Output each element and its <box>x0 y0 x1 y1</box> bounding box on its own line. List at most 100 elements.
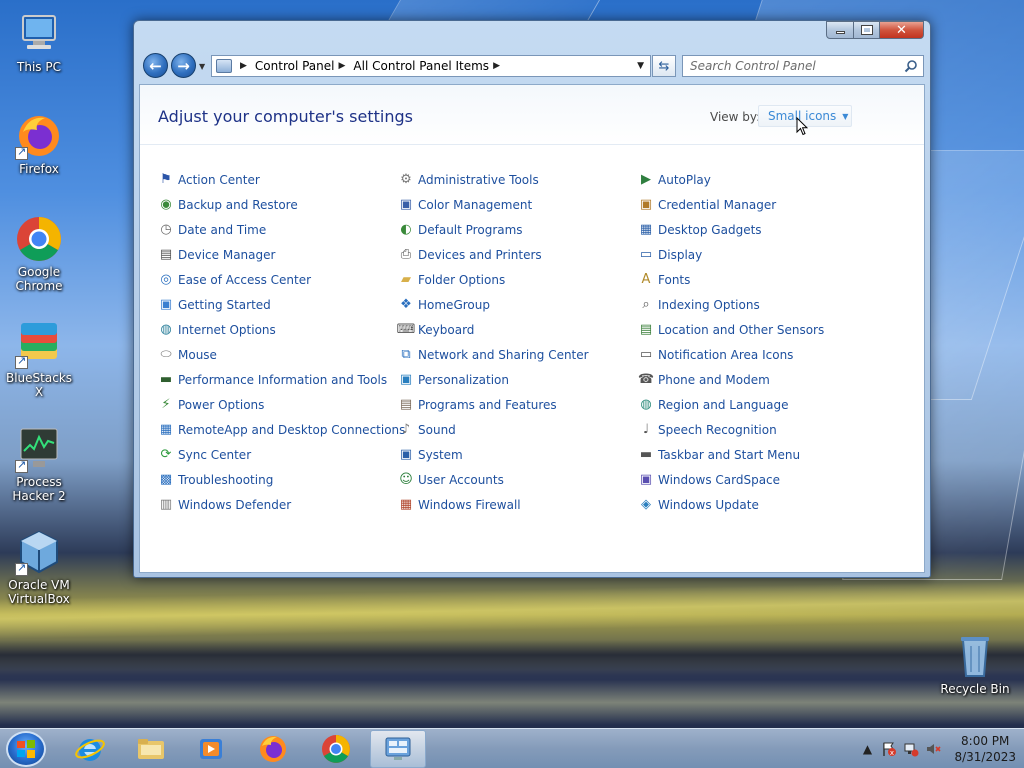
search-icon[interactable] <box>904 59 918 73</box>
breadcrumb-all-items[interactable]: All Control Panel Items <box>353 59 489 73</box>
control-panel-item[interactable]: ◉ Backup and Restore <box>158 196 297 214</box>
network-icon[interactable] <box>903 741 919 757</box>
page-title: Adjust your computer's settings <box>158 107 413 126</box>
control-panel-item[interactable]: ⚑ Action Center <box>158 171 260 189</box>
refresh-button[interactable]: ⇆ <box>652 55 676 77</box>
control-panel-item[interactable]: ♩ Speech Recognition <box>638 421 777 439</box>
control-panel-window[interactable]: ✕ ← → ▼ ▶ Control Panel ▶ All Control Pa… <box>133 20 931 578</box>
desktop-icon-process-hacker[interactable]: Process Hacker 2 <box>1 425 77 503</box>
chevron-right-icon[interactable]: ▶ <box>339 61 346 71</box>
control-panel-item[interactable]: A Fonts <box>638 271 691 289</box>
control-panel-item[interactable]: ▣ Personalization <box>398 371 509 389</box>
control-panel-item[interactable]: ▣ Windows CardSpace <box>638 471 780 489</box>
recycle-bin-icon <box>951 632 999 680</box>
control-panel-item[interactable]: ▭ Notification Area Icons <box>638 346 794 364</box>
control-panel-item[interactable]: ▤ Programs and Features <box>398 396 557 414</box>
taskbar: ▲ x 8:00 PM 8/31/2023 <box>0 728 1024 768</box>
control-panel-item-label: Windows CardSpace <box>658 473 781 487</box>
control-panel-item[interactable]: ▦ Desktop Gadgets <box>638 221 762 239</box>
chevron-right-icon[interactable]: ▶ <box>493 61 500 71</box>
address-dropdown-icon[interactable]: ▼ <box>637 61 644 71</box>
taskbar-firefox[interactable] <box>245 730 301 768</box>
control-panel-item[interactable]: ☎ Phone and Modem <box>638 371 770 389</box>
close-button[interactable]: ✕ <box>880 21 924 39</box>
control-panel-item[interactable]: ▦ Windows Firewall <box>398 496 521 514</box>
autoplay-icon: ▶ <box>641 172 651 187</box>
control-panel-item[interactable]: ⌨ Keyboard <box>397 321 475 339</box>
control-panel-item[interactable]: ⚡ Power Options <box>158 396 264 414</box>
sound-icon: ♪ <box>401 422 411 437</box>
desktop-icon-firefox[interactable]: Firefox <box>1 112 77 176</box>
control-panel-item[interactable]: ◍ Internet Options <box>158 321 275 339</box>
control-panel-item[interactable]: ▶ AutoPlay <box>638 171 711 189</box>
control-panel-item[interactable]: ▣ Color Management <box>398 196 532 214</box>
notification-icon: ▭ <box>639 347 653 362</box>
control-panel-item[interactable]: ▰ Folder Options <box>398 271 505 289</box>
maximize-button[interactable] <box>854 21 880 39</box>
taskbar-media-player[interactable] <box>183 730 239 768</box>
control-panel-item[interactable]: ⟳ Sync Center <box>158 446 252 464</box>
control-panel-item[interactable]: ▣ Getting Started <box>158 296 271 314</box>
control-panel-item[interactable]: ▬ Performance Information and Tools <box>158 371 387 389</box>
breadcrumb-control-panel[interactable]: Control Panel <box>255 59 335 73</box>
globe-icon: ◍ <box>640 397 652 412</box>
control-panel-item[interactable]: ◷ Date and Time <box>158 221 266 239</box>
control-panel-item[interactable]: ▦ RemoteApp and Desktop Connections <box>158 421 406 439</box>
gadgets-icon: ▦ <box>639 222 653 237</box>
minimize-button[interactable] <box>826 21 854 39</box>
control-panel-item-label: Speech Recognition <box>658 423 777 437</box>
control-panel-item[interactable]: ▭ Display <box>638 246 702 264</box>
taskbar-control-panel[interactable] <box>370 730 426 768</box>
control-panel-item[interactable]: ▣ System <box>398 446 463 464</box>
control-panel-item[interactable]: ▤ Location and Other Sensors <box>638 321 824 339</box>
show-hidden-icons-button[interactable]: ▲ <box>859 741 875 757</box>
control-panel-item[interactable]: ⬭ Mouse <box>158 346 217 364</box>
taskbar-file-explorer[interactable] <box>123 730 179 768</box>
control-panel-item[interactable]: ♪ Sound <box>398 421 456 439</box>
back-button[interactable]: ← <box>143 53 168 78</box>
desktop-icon-this-pc[interactable]: This PC <box>1 10 77 74</box>
desktop-icon-virtualbox[interactable]: Oracle VM VirtualBox <box>1 528 77 606</box>
control-panel-item-label: Folder Options <box>418 273 506 287</box>
indexing-icon: ⌕ <box>642 297 650 312</box>
control-panel-icon <box>216 59 232 73</box>
start-button[interactable] <box>6 731 46 767</box>
maximize-icon <box>860 25 873 35</box>
volume-muted-icon[interactable] <box>925 741 942 757</box>
control-panel-item[interactable]: ◎ Ease of Access Center <box>158 271 311 289</box>
control-panel-item[interactable]: ❖ HomeGroup <box>398 296 490 314</box>
control-panel-item-label: Network and Sharing Center <box>418 348 589 362</box>
desktop-icon-recycle-bin[interactable]: Recycle Bin <box>937 632 1013 696</box>
control-panel-item[interactable]: ▩ Troubleshooting <box>158 471 273 489</box>
desktop-icon-bluestacks[interactable]: BlueStacks X <box>1 321 77 399</box>
control-panel-item[interactable]: ◐ Default Programs <box>398 221 522 239</box>
taskbar-chrome[interactable] <box>308 730 364 768</box>
action-center-flag-icon[interactable]: x <box>881 741 897 757</box>
recent-pages-dropdown[interactable]: ▼ <box>199 62 205 71</box>
control-panel-item-label: Devices and Printers <box>418 248 542 262</box>
control-panel-item[interactable]: ▣ Credential Manager <box>638 196 776 214</box>
chevron-right-icon[interactable]: ▶ <box>240 61 247 71</box>
control-panel-item[interactable]: ⎙ Devices and Printers <box>398 246 542 264</box>
control-panel-item[interactable]: ▥ Windows Defender <box>158 496 291 514</box>
control-panel-item[interactable]: ⌕ Indexing Options <box>638 296 759 314</box>
control-panel-item-label: Notification Area Icons <box>658 348 794 362</box>
control-panel-item[interactable]: ☺ User Accounts <box>398 471 504 489</box>
control-panel-content: Adjust your computer's settings View by:… <box>139 84 925 573</box>
control-panel-item[interactable]: ◈ Windows Update <box>638 496 759 514</box>
backup-icon: ◉ <box>160 197 172 212</box>
control-panel-item[interactable]: ▬ Taskbar and Start Menu <box>638 446 800 464</box>
taskbar-internet-explorer[interactable] <box>62 730 118 768</box>
control-panel-item[interactable]: ⚙ Administrative Tools <box>398 171 539 189</box>
personalization-icon: ▣ <box>399 372 413 387</box>
forward-button[interactable]: → <box>171 53 196 78</box>
address-bar[interactable]: ▶ Control Panel ▶ All Control Panel Item… <box>211 55 651 77</box>
search-input[interactable]: Search Control Panel <box>682 55 924 77</box>
internet-explorer-icon <box>75 739 105 761</box>
desktop-icon-google-chrome[interactable]: Google Chrome <box>1 215 77 293</box>
control-panel-item[interactable]: ◍ Region and Language <box>638 396 788 414</box>
power-icon: ⚡ <box>161 397 171 412</box>
clock[interactable]: 8:00 PM 8/31/2023 <box>954 733 1016 765</box>
control-panel-item[interactable]: ▤ Device Manager <box>158 246 276 264</box>
control-panel-item[interactable]: ⧉ Network and Sharing Center <box>398 346 589 364</box>
